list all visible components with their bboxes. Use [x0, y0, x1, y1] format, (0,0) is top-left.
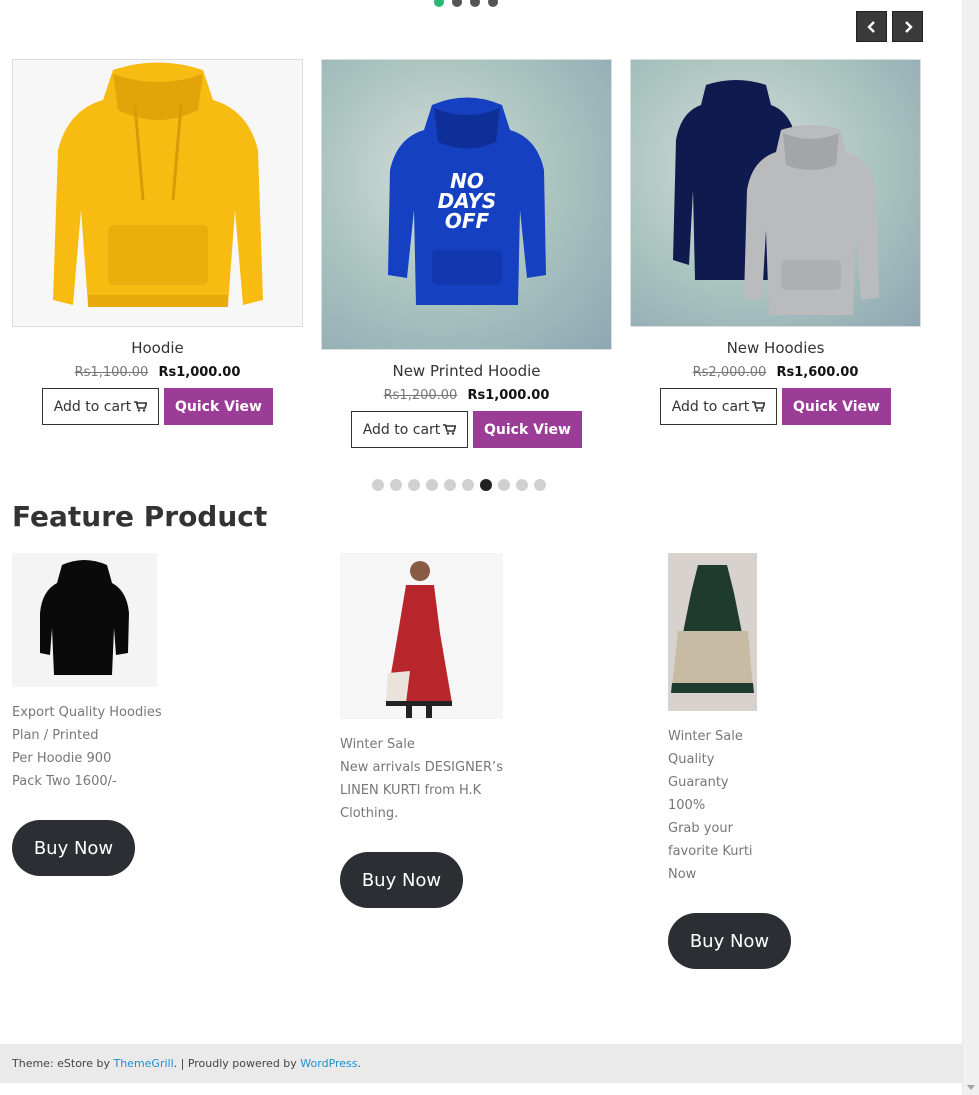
description-line: Quality	[668, 752, 715, 767]
black-hoodie-image	[40, 560, 129, 675]
sale-price: Rs1,000.00	[158, 365, 241, 380]
product-price: Rs1,200.00 Rs1,000.00	[321, 388, 612, 403]
product-price: Rs2,000.00 Rs1,600.00	[630, 365, 921, 380]
feature-description: Winter Sale New arrivals DESIGNER’s LINE…	[340, 733, 640, 825]
pager-dot[interactable]	[444, 479, 456, 491]
carousel-pager	[372, 479, 546, 491]
banner-dot[interactable]	[452, 0, 462, 7]
feature-section-title: Feature Product	[12, 500, 268, 533]
cart-icon	[134, 401, 148, 412]
product-title[interactable]: New Printed Hoodie	[321, 362, 612, 380]
product-card: New Hoodies Rs2,000.00 Rs1,600.00 Add to…	[630, 59, 921, 425]
feature-image-black-hoodie[interactable]	[12, 553, 157, 687]
description-line: LINEN KURTI from H.K	[340, 783, 482, 798]
pager-dot[interactable]	[390, 479, 402, 491]
carousel-next-button[interactable]	[892, 11, 923, 42]
buy-now-button[interactable]: Buy Now	[340, 852, 463, 908]
description-line: Clothing.	[340, 806, 399, 821]
product-image-new-hoodies[interactable]	[630, 59, 921, 327]
green-kurti-image	[668, 553, 757, 711]
description-line: Pack Two 1600/-	[12, 774, 117, 789]
pager-dot[interactable]	[372, 479, 384, 491]
quick-view-button[interactable]: Quick View	[473, 411, 582, 448]
buy-now-button[interactable]: Buy Now	[12, 820, 135, 876]
carousel-arrows	[856, 11, 923, 42]
pager-dot[interactable]	[426, 479, 438, 491]
themegrill-link[interactable]: ThemeGrill	[113, 1057, 173, 1070]
description-line: Plan / Printed	[12, 728, 99, 743]
product-actions: Add to cart Quick View	[12, 388, 303, 425]
product-title[interactable]: Hoodie	[12, 339, 303, 357]
product-image-hoodie[interactable]	[12, 59, 303, 327]
wordpress-link[interactable]: WordPress	[300, 1057, 357, 1070]
page: Hoodie Rs1,100.00 Rs1,000.00 Add to cart…	[0, 0, 962, 1095]
old-price: Rs1,200.00	[383, 388, 458, 403]
pager-dot[interactable]	[462, 479, 474, 491]
banner-dot[interactable]	[434, 0, 444, 7]
vertical-scrollbar[interactable]	[962, 0, 979, 1095]
feature-description: Winter Sale Quality Guaranty 100% Grab y…	[668, 725, 928, 886]
footer-theme-text: Theme: eStore by	[12, 1057, 114, 1070]
quick-view-button[interactable]: Quick View	[782, 388, 891, 425]
feature-item: Export Quality Hoodies Plan / Printed Pe…	[12, 553, 312, 876]
svg-text:OFF: OFF	[445, 209, 490, 233]
product-actions: Add to cart Quick View	[321, 411, 612, 448]
pager-dot[interactable]	[534, 479, 546, 491]
product-image-new-printed-hoodie[interactable]: NO DAYS OFF	[321, 59, 612, 350]
buy-now-button[interactable]: Buy Now	[668, 913, 791, 969]
product-actions: Add to cart Quick View	[630, 388, 921, 425]
old-price: Rs1,100.00	[74, 365, 149, 380]
quick-view-button[interactable]: Quick View	[164, 388, 273, 425]
banner-dot[interactable]	[488, 0, 498, 7]
description-line: Winter Sale	[668, 729, 743, 744]
add-to-cart-button[interactable]: Add to cart	[351, 411, 468, 448]
pager-dot-active[interactable]	[480, 479, 492, 491]
description-line: Export Quality Hoodies	[12, 705, 162, 720]
description-line: favorite Kurti	[668, 844, 753, 859]
red-kurti-image	[386, 561, 452, 718]
product-price: Rs1,100.00 Rs1,000.00	[12, 365, 303, 380]
pager-dot[interactable]	[408, 479, 420, 491]
carousel-prev-button[interactable]	[856, 11, 887, 42]
description-line: Grab your	[668, 821, 733, 836]
sale-price: Rs1,000.00	[467, 388, 550, 403]
product-title[interactable]: New Hoodies	[630, 339, 921, 357]
scroll-down-arrow-icon[interactable]	[967, 1085, 975, 1090]
description-line: Guaranty	[668, 775, 729, 790]
blue-printed-hoodie-image: NO DAYS OFF	[388, 97, 546, 305]
footer-suffix: .	[357, 1057, 362, 1070]
description-line: 100%	[668, 798, 706, 813]
navy-grey-hoodies-image	[673, 80, 879, 315]
chevron-left-icon	[866, 20, 875, 33]
description-line: Per Hoodie 900	[12, 751, 112, 766]
product-card: NO DAYS OFF New Printed Hoodie Rs1,200.0…	[321, 59, 612, 448]
banner-dot[interactable]	[470, 0, 480, 7]
feature-image-linen-kurti[interactable]	[340, 553, 503, 719]
feature-image-winter-kurti[interactable]	[668, 553, 757, 711]
description-line: Winter Sale	[340, 737, 415, 752]
feature-item: Winter Sale New arrivals DESIGNER’s LINE…	[340, 553, 640, 908]
feature-item: Winter Sale Quality Guaranty 100% Grab y…	[668, 553, 928, 969]
add-to-cart-label: Add to cart	[671, 398, 750, 415]
pager-dot[interactable]	[516, 479, 528, 491]
add-to-cart-button[interactable]: Add to cart	[660, 388, 777, 425]
feature-description: Export Quality Hoodies Plan / Printed Pe…	[12, 701, 312, 793]
description-line: Now	[668, 867, 697, 882]
cart-icon	[443, 424, 457, 435]
footer-powered-text: . | Proudly powered by	[173, 1057, 301, 1070]
add-to-cart-label: Add to cart	[362, 421, 441, 438]
yellow-hoodie-image	[53, 62, 263, 307]
old-price: Rs2,000.00	[692, 365, 767, 380]
sale-price: Rs1,600.00	[776, 365, 859, 380]
add-to-cart-button[interactable]: Add to cart	[42, 388, 159, 425]
add-to-cart-label: Add to cart	[53, 398, 132, 415]
site-footer: Theme: eStore by ThemeGrill. | Proudly p…	[0, 1044, 962, 1083]
product-card: Hoodie Rs1,100.00 Rs1,000.00 Add to cart…	[12, 59, 303, 425]
banner-slider-dots	[434, 0, 498, 7]
pager-dot[interactable]	[498, 479, 510, 491]
chevron-right-icon	[904, 20, 913, 33]
cart-icon	[752, 401, 766, 412]
description-line: New arrivals DESIGNER’s	[340, 760, 503, 775]
